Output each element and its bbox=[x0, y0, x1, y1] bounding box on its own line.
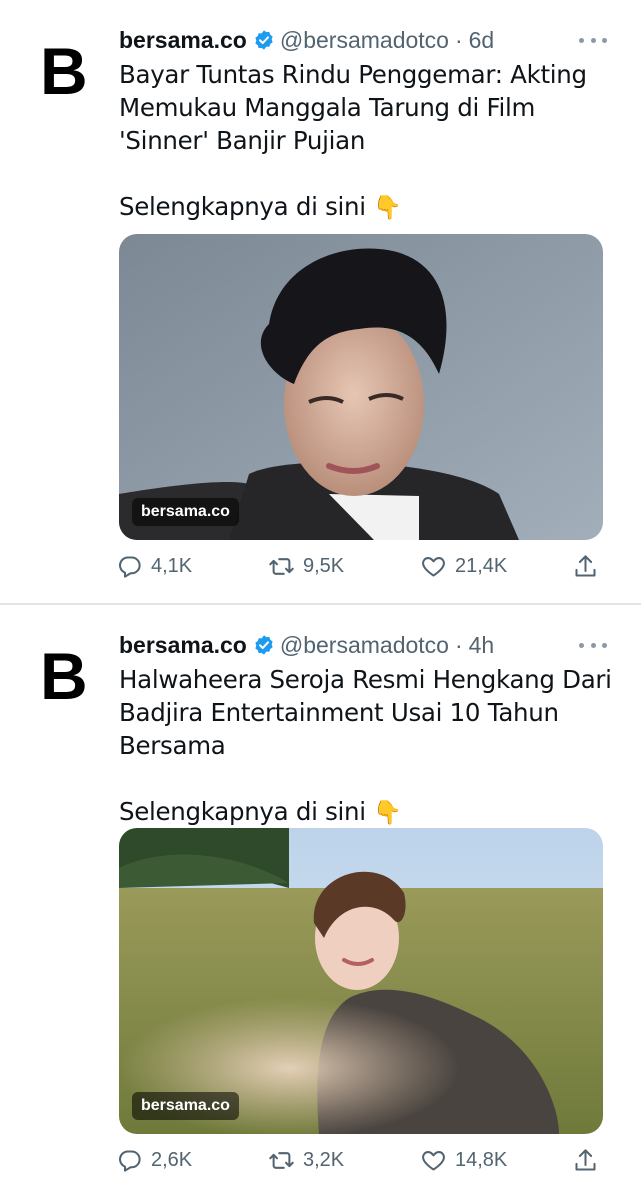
image-watermark: bersama.co bbox=[132, 498, 239, 526]
retweet-button[interactable]: 9,5K bbox=[268, 553, 344, 580]
avatar[interactable]: B bbox=[40, 643, 90, 709]
timestamp[interactable]: 4h bbox=[469, 632, 495, 659]
retweet-count: 9,5K bbox=[303, 555, 345, 577]
tweet-image[interactable]: bersama.co bbox=[119, 828, 603, 1134]
like-count: 21,4K bbox=[455, 555, 508, 577]
retweet-icon bbox=[269, 558, 294, 575]
reply-count: 2,6K bbox=[151, 1149, 193, 1171]
tweet[interactable]: B bersama.co @bersamadotco · 6d Bayar Tu… bbox=[0, 0, 641, 604]
like-count: 14,8K bbox=[455, 1149, 508, 1171]
reply-count: 4,1K bbox=[151, 555, 193, 577]
tweet-actions: 4,1K 9,5K 21,4K bbox=[116, 553, 606, 583]
tweet-actions: 2,6K 3,2K 14,8K bbox=[116, 1147, 606, 1177]
tweet-text: Halwaheera Seroja Resmi Hengkang Dari Ba… bbox=[119, 663, 619, 830]
tweet-header: bersama.co @bersamadotco · 6d bbox=[119, 22, 494, 58]
tweet-text: Bayar Tuntas Rindu Penggemar: Akting Mem… bbox=[119, 58, 619, 225]
retweet-button[interactable]: 3,2K bbox=[268, 1147, 344, 1174]
read-more-line: Selengkapnya di sini 👇 bbox=[119, 795, 619, 830]
verified-badge-icon bbox=[255, 30, 273, 50]
separator-dot: · bbox=[454, 26, 463, 53]
heart-icon bbox=[422, 1151, 445, 1171]
reply-button[interactable]: 2,6K bbox=[116, 1147, 192, 1174]
share-icon bbox=[575, 555, 596, 577]
tweet[interactable]: B bersama.co @bersamadotco · 4h Halwahee… bbox=[0, 605, 641, 1195]
tweet-headline: Bayar Tuntas Rindu Penggemar: Akting Mem… bbox=[119, 60, 587, 155]
read-more-line: Selengkapnya di sini 👇 bbox=[119, 190, 619, 225]
reply-icon bbox=[119, 556, 141, 578]
display-name[interactable]: bersama.co bbox=[119, 632, 247, 659]
read-more-text: Selengkapnya di sini bbox=[119, 192, 366, 221]
separator-dot: · bbox=[454, 631, 463, 658]
like-button[interactable]: 21,4K bbox=[420, 553, 507, 580]
image-watermark: bersama.co bbox=[132, 1092, 239, 1120]
tweet-header: bersama.co @bersamadotco · 4h bbox=[119, 627, 494, 663]
pointing-down-emoji: 👇 bbox=[373, 800, 402, 826]
reply-icon bbox=[119, 1150, 141, 1172]
handle[interactable]: @bersamadotco bbox=[280, 27, 449, 54]
heart-icon bbox=[422, 557, 445, 577]
share-button[interactable] bbox=[572, 553, 599, 580]
retweet-icon bbox=[269, 1152, 294, 1169]
more-icon[interactable] bbox=[579, 635, 607, 655]
share-icon bbox=[575, 1149, 596, 1171]
field-photo bbox=[119, 828, 603, 1134]
more-icon[interactable] bbox=[579, 30, 607, 50]
pointing-down-emoji: 👇 bbox=[373, 195, 402, 221]
share-button[interactable] bbox=[572, 1147, 599, 1174]
like-button[interactable]: 14,8K bbox=[420, 1147, 507, 1174]
read-more-text: Selengkapnya di sini bbox=[119, 797, 366, 826]
reply-button[interactable]: 4,1K bbox=[116, 553, 192, 580]
tweet-headline: Halwaheera Seroja Resmi Hengkang Dari Ba… bbox=[119, 665, 612, 760]
timestamp[interactable]: 6d bbox=[469, 27, 495, 54]
retweet-count: 3,2K bbox=[303, 1149, 345, 1171]
verified-badge-icon bbox=[255, 635, 273, 655]
tweet-image[interactable]: bersama.co bbox=[119, 234, 603, 540]
timeline-feed: B bersama.co @bersamadotco · 6d Bayar Tu… bbox=[0, 0, 641, 1200]
display-name[interactable]: bersama.co bbox=[119, 27, 247, 54]
handle[interactable]: @bersamadotco bbox=[280, 632, 449, 659]
avatar[interactable]: B bbox=[40, 38, 90, 104]
portrait-photo bbox=[119, 234, 603, 540]
